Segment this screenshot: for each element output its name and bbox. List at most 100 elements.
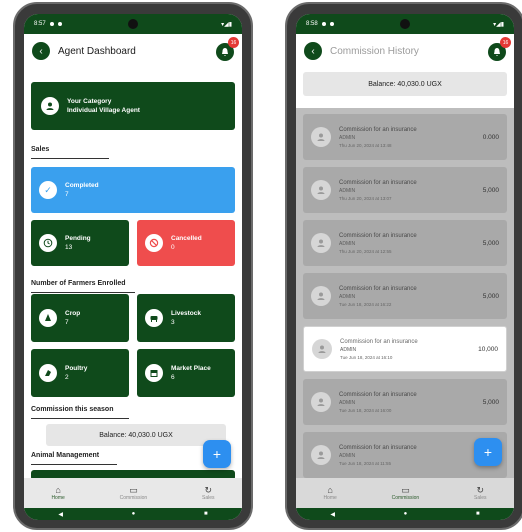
dashboard-content: Your Category Individual Village Agent S… [24, 68, 242, 478]
completed-tile[interactable]: ✓ Completed 7 [31, 167, 235, 213]
commission-list-item[interactable]: Commission for an insurance ADMIN Thu Ju… [303, 220, 507, 266]
category-label: Your Category [67, 98, 112, 105]
app-bar: ‹ Agent Dashboard 16 [24, 34, 242, 68]
nav-home-label: Home [323, 495, 337, 501]
add-button[interactable]: + [203, 440, 231, 468]
commission-amount: 0.000 [482, 133, 499, 141]
phone-right: 8:58 ▾◢▮ ‹ Commission History 16 Balance… [285, 2, 522, 530]
animal-management-heading: Animal Management [31, 452, 100, 459]
livestock-tile[interactable]: Livestock 3 [137, 294, 235, 342]
commission-list: Commission for an insurance ADMIN Thu Ju… [296, 108, 514, 478]
balance-box: Balance: 40,030.0 UGX [303, 72, 507, 96]
chevron-left-icon: ‹ [39, 45, 43, 57]
commission-date: Tue Jun 18, 2024 at 16:10 [340, 354, 393, 360]
add-button[interactable]: + [474, 438, 502, 466]
nav-sales-label: Sales [202, 495, 215, 501]
commission-list-item[interactable]: Commission for an insurance ADMIN Thu Ju… [303, 114, 507, 160]
poultry-label: Poultry [65, 365, 88, 372]
back-button[interactable]: ‹ [32, 42, 50, 60]
chevron-left-icon: ‹ [311, 45, 315, 57]
person-icon [311, 286, 331, 306]
commission-underline [31, 418, 129, 419]
commission-title: Commission for an insurance [340, 338, 418, 345]
notification-badge: 16 [500, 37, 511, 48]
system-recents-icon[interactable]: ■ [204, 511, 208, 517]
app-bar: ‹ Commission History 16 [296, 34, 514, 68]
commission-date: Tue Jun 18, 2024 at 16:00 [339, 407, 392, 413]
commission-list-item[interactable]: Commission for an insurance ADMIN Tue Ju… [303, 273, 507, 319]
commission-date: Thu Jun 20, 2024 at 13:48 [339, 142, 392, 148]
nav-home-label: Home [51, 495, 65, 501]
farmers-heading: Number of Farmers Enrolled [31, 280, 126, 287]
nav-sales[interactable]: ↻ Sales [202, 485, 215, 501]
nav-commission[interactable]: ▭ Commission [392, 485, 420, 501]
system-home-icon[interactable]: ● [404, 511, 408, 517]
phone-left: 8:57 ▾◢▮ ‹ Agent Dashboard 16 Your Categ… [13, 2, 253, 530]
back-button[interactable]: ‹ [304, 42, 322, 60]
pending-tile[interactable]: Pending 13 [31, 220, 129, 266]
system-back-icon[interactable]: ◀ [58, 511, 63, 518]
page-title: Commission History [330, 45, 419, 57]
completed-value: 7 [65, 191, 69, 198]
signal-battery-icon: ▾◢▮ [221, 21, 232, 28]
camera-cutout [128, 19, 138, 29]
category-card[interactable]: Your Category Individual Village Agent [31, 82, 235, 130]
system-back-icon[interactable]: ◀ [330, 511, 335, 518]
bell-icon [494, 48, 500, 56]
livestock-icon [145, 309, 163, 327]
nav-home[interactable]: ⌂ Home [51, 485, 64, 501]
crop-icon [39, 309, 57, 327]
commission-by: ADMIN [340, 346, 357, 353]
livestock-label: Livestock [171, 310, 201, 317]
person-icon [311, 392, 331, 412]
nav-home[interactable]: ⌂ Home [323, 485, 336, 501]
settings-dot-icon [329, 22, 334, 26]
page-title: Agent Dashboard [58, 45, 136, 57]
commission-title: Commission for an insurance [339, 126, 417, 133]
system-home-icon[interactable]: ● [132, 511, 136, 517]
commission-date: Thu Jun 20, 2024 at 12:55 [339, 248, 392, 254]
animal-management-tile[interactable] [31, 470, 235, 478]
home-icon: ⌂ [327, 485, 333, 495]
notifications-button[interactable]: 16 [488, 37, 511, 61]
plus-icon: + [212, 446, 222, 462]
camera-cutout [400, 19, 410, 29]
person-icon [41, 97, 59, 115]
animal-underline [31, 464, 117, 465]
sales-underline [31, 158, 109, 159]
notifications-button[interactable]: 16 [216, 37, 239, 61]
cancelled-tile[interactable]: Cancelled 0 [137, 220, 235, 266]
farmers-underline [31, 292, 135, 293]
poultry-value: 2 [65, 374, 69, 381]
check-icon: ✓ [39, 181, 57, 199]
system-recents-icon[interactable]: ■ [476, 511, 480, 517]
commission-content: Balance: 40,030.0 UGX Commission for an … [296, 68, 514, 478]
commission-list-item[interactable]: Commission for an insurance ADMIN Tue Ju… [303, 326, 507, 372]
commission-by: ADMIN [339, 187, 356, 194]
commission-heading: Commission this season [31, 406, 114, 413]
bottom-nav: ⌂ Home ▭ Commission ↻ Sales [296, 478, 514, 508]
card-icon: ▭ [401, 485, 410, 495]
commission-date: Tue Jun 18, 2024 at 16:22 [339, 301, 392, 307]
crop-tile[interactable]: Crop 7 [31, 294, 129, 342]
category-value: Individual Village Agent [67, 107, 140, 114]
crop-label: Crop [65, 310, 81, 317]
nav-sales[interactable]: ↻ Sales [474, 485, 487, 501]
card-icon: ▭ [129, 485, 138, 495]
cancelled-label: Cancelled [171, 235, 202, 242]
plus-icon: + [483, 444, 493, 460]
market-place-value: 6 [171, 374, 175, 381]
livestock-value: 3 [171, 319, 175, 326]
history-icon: ↻ [204, 485, 213, 495]
notification-badge: 16 [228, 37, 239, 48]
poultry-tile[interactable]: Poultry 2 [31, 349, 129, 397]
cancelled-value: 0 [171, 244, 175, 251]
commission-list-item[interactable]: Commission for an insurance ADMIN Tue Ju… [303, 379, 507, 425]
history-icon: ↻ [476, 485, 485, 495]
commission-list-item[interactable]: Commission for an insurance ADMIN Thu Ju… [303, 167, 507, 213]
commission-by: ADMIN [339, 399, 356, 406]
nav-commission[interactable]: ▭ Commission [120, 485, 148, 501]
market-place-tile[interactable]: Market Place 6 [137, 349, 235, 397]
commission-title: Commission for an insurance [339, 179, 417, 186]
nav-commission-label: Commission [119, 495, 148, 501]
